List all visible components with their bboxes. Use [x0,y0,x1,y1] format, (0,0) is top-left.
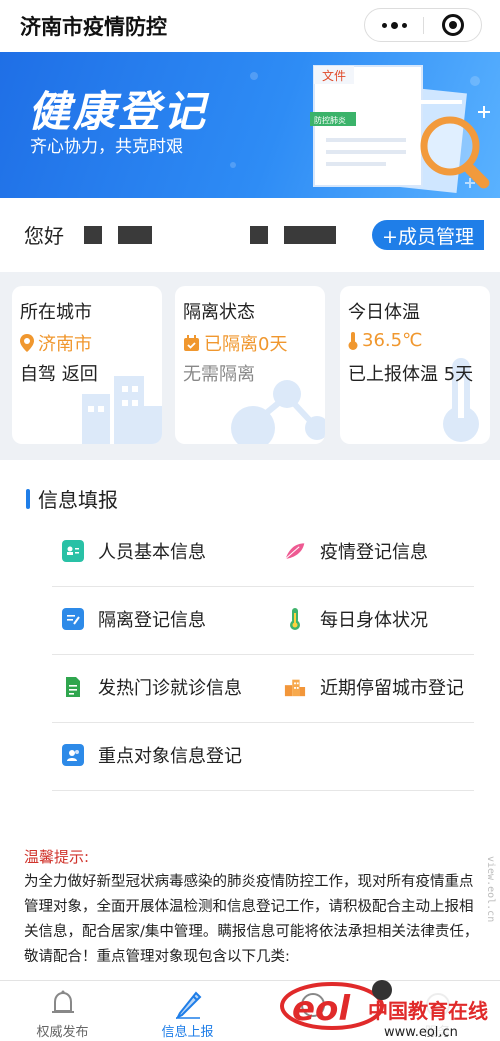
feather-icon [284,540,306,562]
more-menu-button[interactable] [365,9,423,41]
menu-item-label: 隔离登记信息 [98,610,206,631]
more-dot-icon [390,21,398,29]
banner: 健康登记 齐心协力，共克时艰 文件 防控肺炎 [0,52,500,198]
target-close-icon [442,14,464,36]
heading-accent-bar [26,488,30,509]
location-pin-icon [20,334,34,352]
city-value-text: 济南市 [38,334,92,355]
menu-item-label: 每日身体状况 [320,610,428,631]
title-bar: 济南市疫情防控 [0,0,500,50]
menu-item-recent-cities[interactable]: 近期停留城市登记 [284,672,464,702]
quarantine-value-text: 已隔离0天 [204,334,288,355]
menu-item-basic-info[interactable]: 人员基本信息 [62,536,206,566]
city-note: 自驾 返回 [20,364,98,385]
tab-label: 权威发布 [36,1025,89,1040]
menu-item-fever-clinic[interactable]: 发热门诊就诊信息 [62,672,242,702]
mini-program-capsule [364,8,482,42]
menu-item-label: 重点对象信息登记 [98,746,242,767]
tab-info-report[interactable]: 信息上报 [125,981,250,1041]
quarantine-card[interactable]: 隔离状态 已隔离0天 无需隔离 [175,286,325,444]
quarantine-note: 无需隔离 [183,364,255,385]
menu-item-label: 人员基本信息 [98,542,206,563]
temperature-label: 今日体温 [348,302,420,323]
city-value: 济南市 [20,330,92,356]
more-dot-icon [401,22,407,28]
quarantine-value: 已隔离0天 [183,330,287,356]
banner-subtitle: 齐心协力，共克时艰 [30,137,183,157]
thermometer-icon [284,608,306,630]
temperature-value-text: 36.5℃ [362,330,423,351]
menu-item-label: 发热门诊就诊信息 [98,678,242,699]
menu-item-key-persons[interactable]: 重点对象信息登记 [62,740,242,770]
watermark-side-url: view.eol.cn [485,856,496,923]
temperature-card[interactable]: 今日体温 36.5℃ 已上报体温 5天 [340,286,490,444]
menu-item-daily-health[interactable]: 每日身体状况 [284,604,428,634]
form-edit-icon [62,608,84,630]
watermark-name: 中国教育在线 [368,999,488,1023]
redacted-name-block [84,226,102,244]
bell-icon [49,987,77,1019]
eol-watermark-logo: eol 中国教育在线 www.eol.cn [280,980,492,1040]
banner-title: 健康登记 [28,87,209,136]
close-mini-program-button[interactable] [424,9,482,41]
watermark-logo-text: eol [292,989,351,1029]
row-divider [52,722,474,723]
notice-title: 温馨提示: [24,848,90,866]
doc-tag: 防控肺炎 [314,115,346,125]
redacted-name-block [284,226,336,244]
clinic-doc-icon [62,676,84,698]
tab-authority-release[interactable]: 权威发布 [0,981,125,1041]
greeting-text: 您好 [24,224,64,248]
id-card-icon [62,540,84,562]
city-card[interactable]: 所在城市 济南市 自驾 返回 [12,286,162,444]
quarantine-label: 隔离状态 [183,302,255,323]
row-divider [52,654,474,655]
info-section-heading: 信息填报 [26,484,118,513]
temperature-value: 36.5℃ [348,330,422,351]
menu-item-epidemic-registration[interactable]: 疫情登记信息 [284,536,428,566]
watermark-url: www.eol.cn [384,1025,458,1040]
pen-icon [172,987,204,1019]
calendar-icon [184,334,199,351]
row-divider [52,586,474,587]
redacted-name-block [250,226,268,244]
redacted-name-block [118,226,152,244]
notice-body: 为全力做好新型冠状病毒感染的肺炎疫情防控工作，现对所有疫情重点管理对象，全面开展… [24,874,479,965]
menu-item-label: 近期停留城市登记 [320,678,464,699]
info-heading-text: 信息填报 [38,488,118,512]
row-divider [52,790,474,791]
person-card-icon [62,744,84,766]
app-title: 济南市疫情防控 [20,15,167,39]
menu-item-quarantine-registration[interactable]: 隔离登记信息 [62,604,206,634]
more-dot-icon [381,22,387,28]
doc-label: 文件 [322,68,346,83]
temperature-note: 已上报体温 5天 [348,364,474,385]
thermometer-icon [348,331,358,350]
document-magnifier-illustration: 文件 防控肺炎 [310,65,490,193]
menu-item-label: 疫情登记信息 [320,542,428,563]
buildings-icon [284,676,306,698]
tab-label: 信息上报 [161,1025,214,1040]
city-label: 所在城市 [20,302,92,323]
member-management-button[interactable]: +成员管理 [372,220,484,250]
